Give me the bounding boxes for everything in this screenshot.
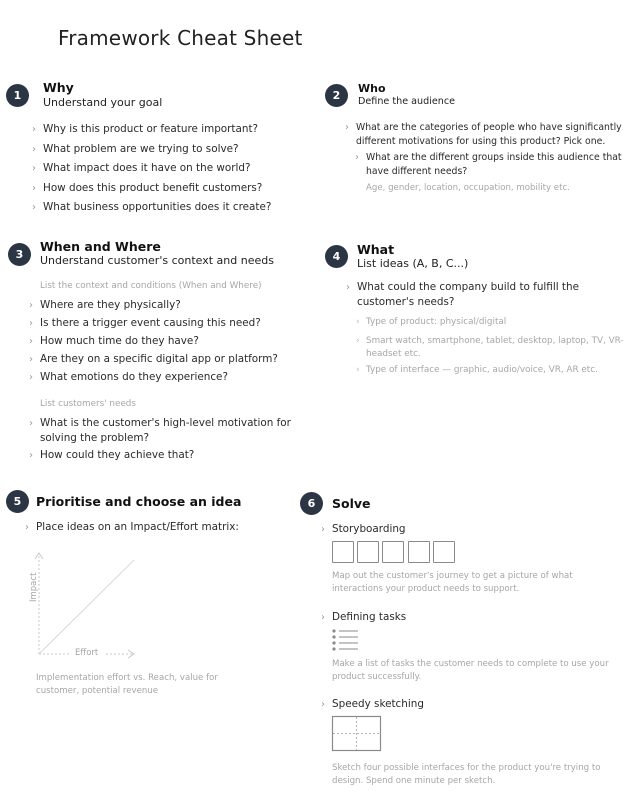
list-item: › What is the customer's high-level motiv… xyxy=(29,417,291,444)
chevron-right-icon: › xyxy=(321,699,325,710)
page-title: Framework Cheat Sheet xyxy=(58,26,303,50)
checklist-icon xyxy=(332,629,358,651)
section-note: Make a list of tasks the customer needs … xyxy=(332,659,609,682)
list-item: › Place ideas on an Impact/Effort matrix: xyxy=(25,521,239,533)
section-subtitle-why: Understand your goal xyxy=(43,96,163,109)
list-item: › How could they achieve that? xyxy=(29,449,195,461)
list-item: › What are the categories of people who h… xyxy=(345,122,622,147)
chevron-right-icon: › xyxy=(32,124,36,135)
list-item: › Are they on a specific digital app or p… xyxy=(29,353,278,365)
chevron-right-icon: › xyxy=(32,144,36,155)
section-title-what: What xyxy=(357,242,395,257)
step-badge-3: 3 xyxy=(8,243,31,266)
storyboard-frame xyxy=(408,541,430,563)
chevron-right-icon: › xyxy=(356,336,360,346)
section-subtitle-who: Define the audience xyxy=(358,96,456,107)
list-item: › What business opportunities does it cre… xyxy=(32,201,272,213)
list-item: › Defining tasks xyxy=(321,611,407,623)
list-item: › What are the different groups inside th… xyxy=(355,152,622,177)
list-item: › What could the company build to fulfill… xyxy=(346,281,579,308)
subsection-heading: List the context and conditions (When an… xyxy=(40,281,262,291)
step-badge-4: 4 xyxy=(325,245,348,268)
section-title-why: Why xyxy=(43,80,74,95)
chevron-right-icon: › xyxy=(29,418,33,429)
chevron-right-icon: › xyxy=(321,524,325,535)
x-axis-label: Effort xyxy=(75,648,99,658)
chevron-right-icon: › xyxy=(356,317,360,327)
chevron-right-icon: › xyxy=(29,318,33,329)
section-note: Sketch four possible interfaces for the … xyxy=(332,763,601,786)
chevron-right-icon: › xyxy=(25,522,29,533)
step-badge-2: 2 xyxy=(325,84,348,107)
storyboard-frame xyxy=(382,541,404,563)
section-subtitle-when-where: Understand customer's context and needs xyxy=(40,254,274,267)
chevron-right-icon: › xyxy=(32,163,36,174)
chevron-right-icon: › xyxy=(356,365,360,375)
storyboard-frame xyxy=(332,541,354,563)
list-item: › Speedy sketching xyxy=(321,698,424,710)
list-item: › Is there a trigger event causing this n… xyxy=(29,317,261,329)
subsection-heading: List customers' needs xyxy=(40,399,136,409)
list-item: › Storyboarding xyxy=(321,523,406,535)
storyboard-frame xyxy=(357,541,379,563)
chevron-right-icon: › xyxy=(355,152,359,163)
sketch-grid-icon xyxy=(331,715,382,752)
list-item: › Why is this product or feature importan… xyxy=(32,123,259,135)
step-badge-5: 5 xyxy=(6,490,29,513)
list-item: › What problem are we trying to solve? xyxy=(32,143,239,155)
sub-list-item: › Type of interface — graphic, audio/voic… xyxy=(356,365,598,375)
chevron-right-icon: › xyxy=(32,183,36,194)
y-axis-label: Impact xyxy=(29,572,39,602)
chevron-right-icon: › xyxy=(321,612,325,623)
step-badge-1: 1 xyxy=(6,84,29,107)
sub-list-item: › Type of product: physical/digital xyxy=(356,317,507,327)
list-item: › Where are they physically? xyxy=(29,299,181,311)
list-item: › What emotions do they experience? xyxy=(29,371,228,383)
step-badge-6: 6 xyxy=(300,492,323,515)
section-title-who: Who xyxy=(358,82,386,95)
section-note: Age, gender, location, occupation, mobil… xyxy=(366,183,570,193)
section-title-solve: Solve xyxy=(332,496,371,511)
chevron-right-icon: › xyxy=(29,336,33,347)
chevron-right-icon: › xyxy=(32,202,36,213)
chevron-right-icon: › xyxy=(29,372,33,383)
list-item: › How does this product benefit customers… xyxy=(32,182,263,194)
list-item: › What impact does it have on the world? xyxy=(32,162,251,174)
section-note: Map out the customer's journey to get a … xyxy=(332,571,573,594)
section-subtitle-what: List ideas (A, B, C...) xyxy=(357,257,469,270)
list-item: › How much time do they have? xyxy=(29,335,199,347)
section-title-when-where: When and Where xyxy=(40,239,161,254)
storyboard-frame xyxy=(433,541,455,563)
section-note: Implementation effort vs. Reach, value f… xyxy=(36,673,218,696)
section-title-prioritise: Prioritise and choose an idea xyxy=(36,494,242,509)
sub-list-item: › Smart watch, smartphone, tablet, deskto… xyxy=(356,336,624,359)
chevron-right-icon: › xyxy=(29,354,33,365)
chevron-right-icon: › xyxy=(345,122,349,133)
chevron-right-icon: › xyxy=(29,300,33,311)
chevron-right-icon: › xyxy=(29,450,33,461)
impact-effort-matrix xyxy=(34,552,135,659)
chevron-right-icon: › xyxy=(346,282,350,293)
